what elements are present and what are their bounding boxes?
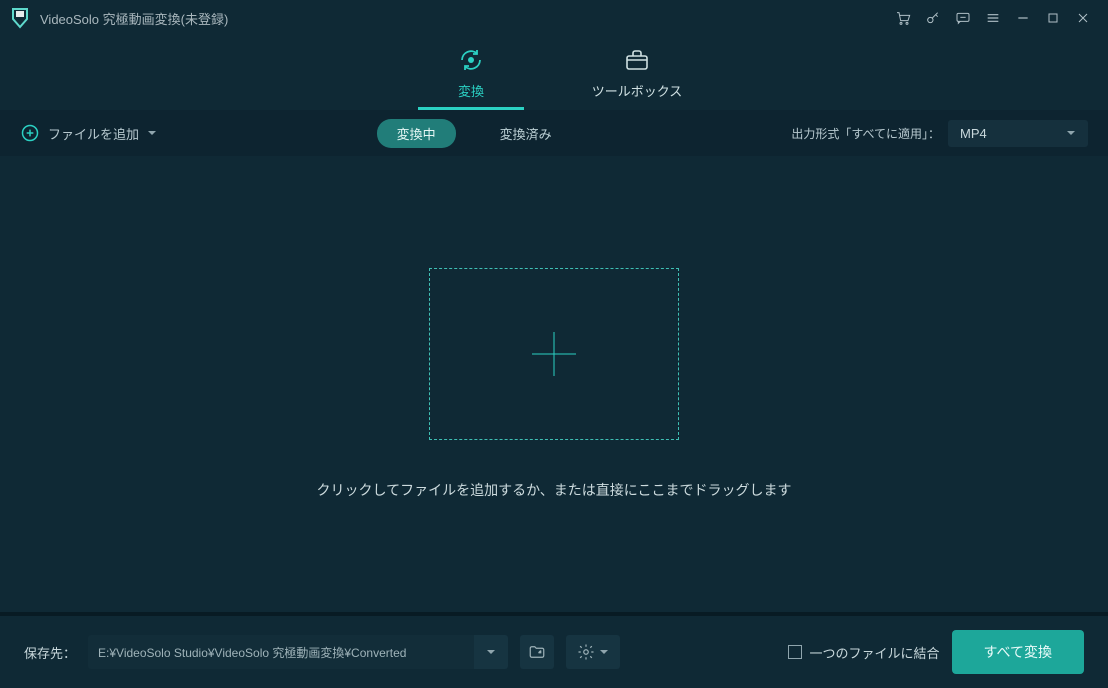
tab-toolbox-label: ツールボックス	[592, 81, 683, 100]
secondary-bar: ファイルを追加 変換中 変換済み 出力形式「すべてに適用」： MP4	[0, 110, 1108, 156]
merge-label: 一つのファイルに結合	[810, 643, 940, 662]
content-area: クリックしてファイルを追加するか、または直接にここまでドラッグします	[0, 156, 1108, 612]
save-path-input[interactable]	[88, 635, 474, 669]
status-tabs: 変換中 変換済み	[157, 119, 791, 148]
add-file-label: ファイルを追加	[48, 124, 139, 143]
main-tabs: 変換 ツールボックス	[0, 36, 1108, 110]
minimize-button[interactable]	[1008, 4, 1038, 32]
feedback-icon[interactable]	[948, 4, 978, 32]
app-title: VideoSolo 究極動画変換(未登録)	[40, 9, 228, 28]
plus-circle-icon	[20, 123, 40, 143]
output-format-value: MP4	[960, 126, 987, 141]
save-to-label: 保存先：	[24, 643, 76, 662]
toolbox-icon	[624, 47, 650, 73]
maximize-button[interactable]	[1038, 4, 1068, 32]
close-button[interactable]	[1068, 4, 1098, 32]
gear-icon	[577, 643, 595, 661]
chevron-down-icon	[147, 128, 157, 138]
output-format-group: 出力形式「すべてに適用」： MP4	[791, 120, 1088, 147]
tab-converting[interactable]: 変換中	[377, 119, 456, 148]
convert-all-button[interactable]: すべて変換	[952, 630, 1084, 674]
key-icon[interactable]	[918, 4, 948, 32]
bottom-bar: 保存先： 一つのファイルに結合 すべて変換	[0, 616, 1108, 688]
checkbox-box	[788, 645, 802, 659]
tab-converted[interactable]: 変換済み	[480, 119, 572, 148]
add-file-button[interactable]: ファイルを追加	[20, 123, 157, 143]
settings-button[interactable]	[566, 635, 620, 669]
save-path-group	[88, 635, 508, 669]
tab-toolbox[interactable]: ツールボックス	[584, 47, 690, 110]
merge-checkbox[interactable]: 一つのファイルに結合	[788, 643, 940, 662]
drop-hint: クリックしてファイルを追加するか、または直接にここまでドラッグします	[316, 480, 791, 500]
tab-convert-label: 変換	[458, 81, 484, 100]
chevron-down-icon	[486, 647, 496, 657]
save-path-dropdown[interactable]	[474, 635, 508, 669]
folder-icon	[528, 643, 546, 661]
output-format-label: 出力形式「すべてに適用」：	[791, 125, 940, 142]
chevron-down-icon	[1066, 128, 1076, 138]
dropzone[interactable]	[429, 268, 679, 440]
output-format-select[interactable]: MP4	[948, 120, 1088, 147]
app-logo	[10, 7, 30, 29]
tab-convert[interactable]: 変換	[418, 47, 524, 110]
open-folder-button[interactable]	[520, 635, 554, 669]
menu-icon[interactable]	[978, 4, 1008, 32]
cart-icon[interactable]	[888, 4, 918, 32]
convert-icon	[458, 47, 484, 73]
titlebar: VideoSolo 究極動画変換(未登録)	[0, 0, 1108, 36]
plus-icon	[530, 330, 578, 378]
chevron-down-icon	[599, 647, 609, 657]
